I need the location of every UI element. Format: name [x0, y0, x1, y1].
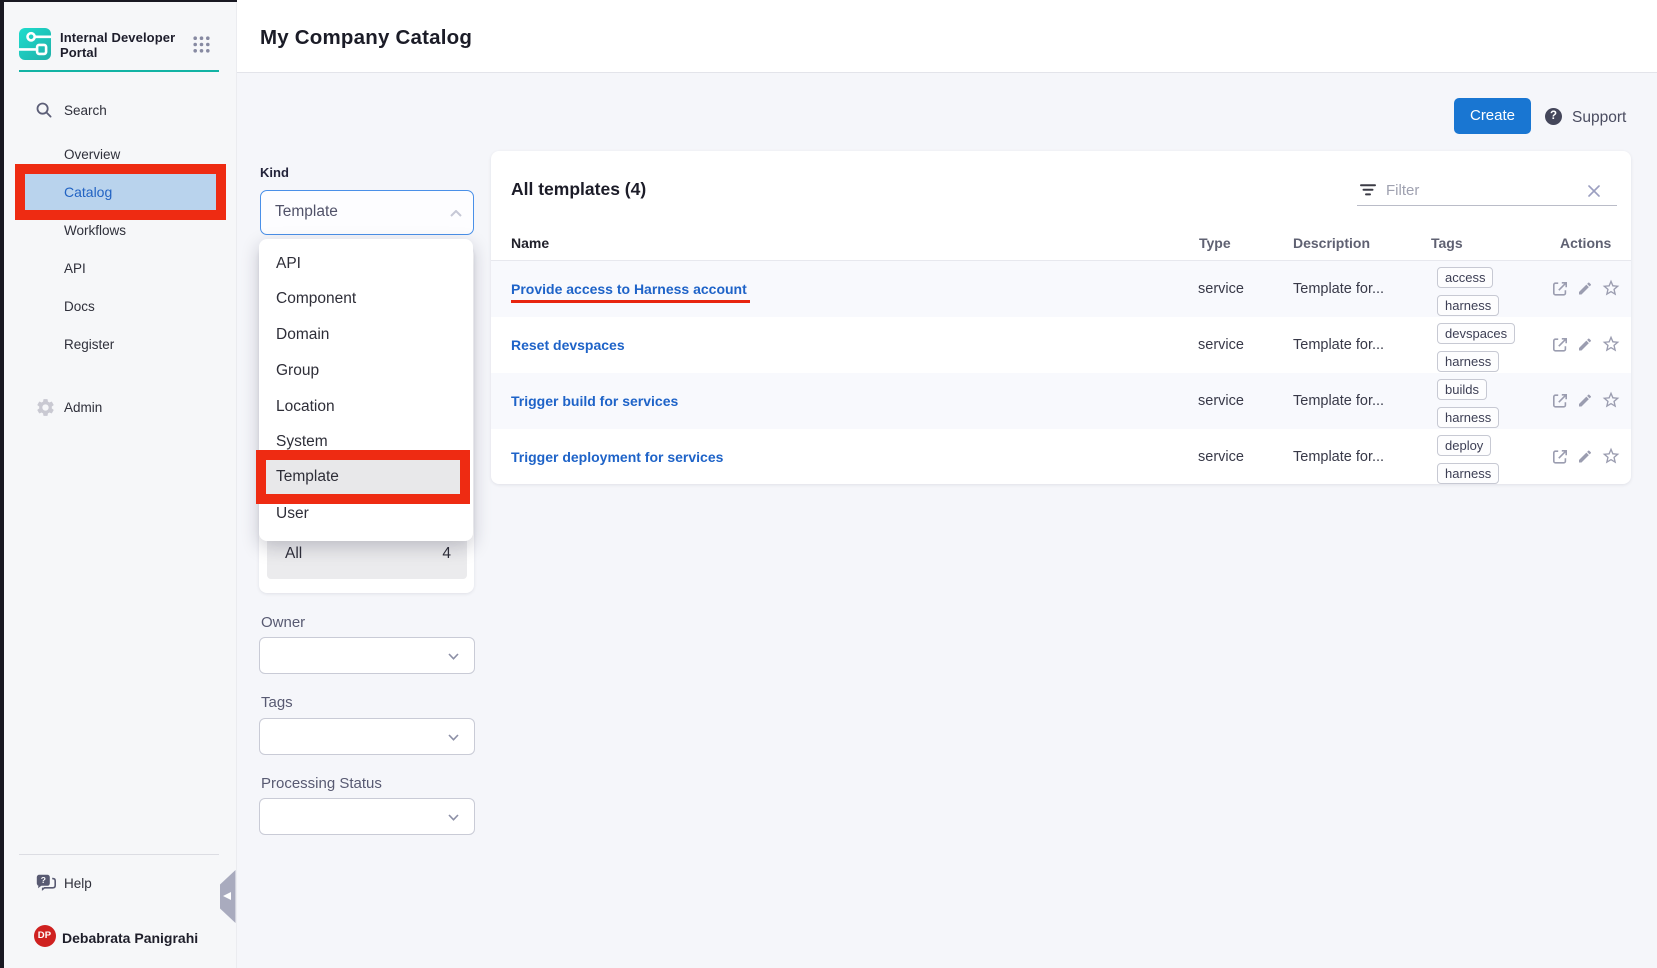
svg-text:?: ? [41, 875, 46, 885]
